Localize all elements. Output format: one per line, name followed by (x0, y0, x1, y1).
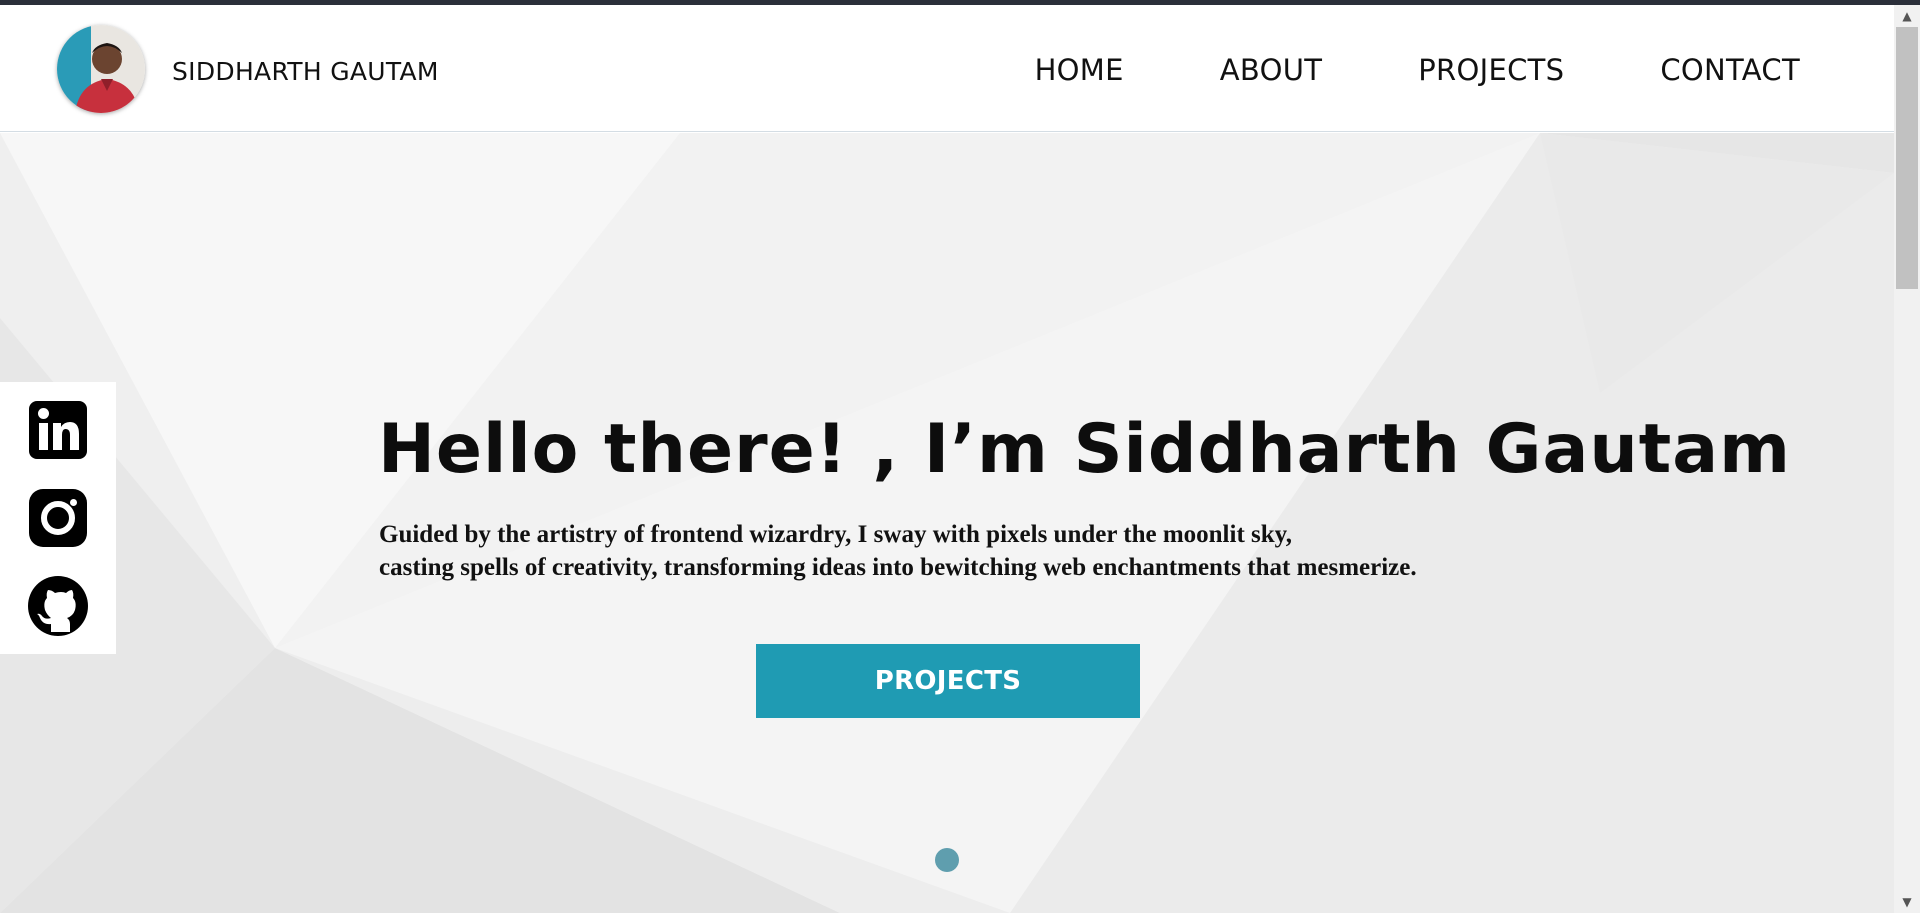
scroll-up-icon[interactable]: ▲ (1894, 5, 1920, 27)
main-nav: HOME ABOUT PROJECTS CONTACT (1035, 53, 1800, 87)
hero-description-line-2: casting spells of creativity, transformi… (379, 554, 1417, 581)
hero-description: Guided by the artistry of frontend wizar… (379, 518, 1417, 584)
avatar[interactable] (57, 25, 145, 113)
scroll-down-icon[interactable]: ▼ (1894, 891, 1920, 913)
nav-about[interactable]: ABOUT (1220, 53, 1323, 87)
page-scrollbar[interactable]: ▲ ▼ (1894, 5, 1920, 913)
nav-home[interactable]: HOME (1035, 53, 1124, 87)
linkedin-icon[interactable] (26, 398, 90, 462)
scrollbar-thumb[interactable] (1896, 27, 1918, 289)
instagram-icon[interactable] (26, 486, 90, 550)
hero-description-line-1: Guided by the artistry of frontend wizar… (379, 521, 1293, 548)
nav-projects[interactable]: PROJECTS (1418, 53, 1564, 87)
hero-title: Hello there! , I’m Siddharth Gautam (378, 410, 1791, 489)
projects-button[interactable]: PROJECTS (756, 644, 1140, 718)
avatar-image (57, 25, 145, 113)
site-header: SIDDHARTH GAUTAM HOME ABOUT PROJECTS CON… (0, 5, 1894, 132)
social-sidebar (0, 382, 116, 654)
github-icon[interactable] (26, 574, 90, 638)
scroll-indicator-dot[interactable] (935, 848, 959, 872)
hero-section: Hello there! , I’m Siddharth Gautam Guid… (0, 133, 1894, 913)
nav-contact[interactable]: CONTACT (1660, 53, 1800, 87)
brand-name[interactable]: SIDDHARTH GAUTAM (172, 57, 439, 86)
